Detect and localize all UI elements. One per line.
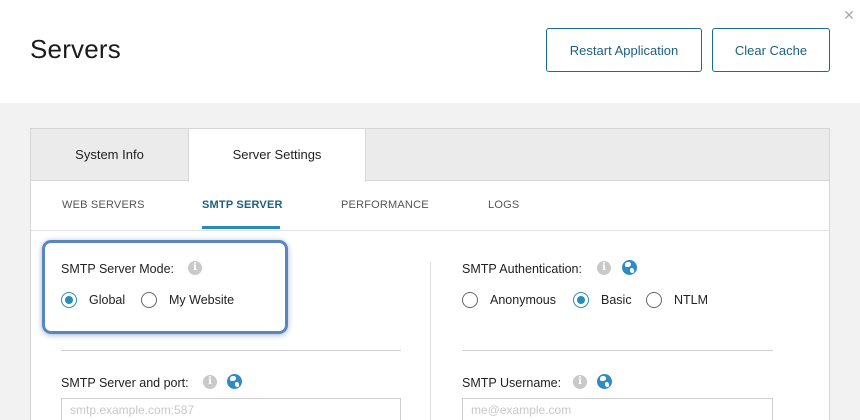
page-title: Servers xyxy=(30,34,121,64)
smtp-authentication-label: SMTP Authentication: xyxy=(462,262,582,276)
radio-basic[interactable] xyxy=(573,292,589,308)
smtp-server-port-input[interactable]: smtp.example.com:587 xyxy=(61,398,401,420)
subtab-web-servers[interactable]: WEB SERVERS xyxy=(62,199,145,211)
tab-server-settings[interactable]: Server Settings xyxy=(188,129,366,182)
subtab-performance[interactable]: PERFORMANCE xyxy=(341,199,429,211)
info-icon[interactable]: i xyxy=(203,375,217,389)
globe-icon[interactable] xyxy=(227,374,242,389)
radio-ntlm-label[interactable]: NTLM xyxy=(674,293,708,307)
radio-basic-label[interactable]: Basic xyxy=(601,293,632,307)
header-bar: Servers ✕ Restart Application Clear Cach… xyxy=(0,0,860,103)
subtab-logs[interactable]: LOGS xyxy=(488,199,519,211)
smtp-username-input[interactable]: me@example.com xyxy=(462,398,773,420)
radio-anonymous-label[interactable]: Anonymous xyxy=(490,293,556,307)
smtp-server-port-label: SMTP Server and port: xyxy=(61,376,189,390)
sub-navigation: WEB SERVERS SMTP SERVER PERFORMANCE LOGS xyxy=(31,181,829,231)
active-subtab-indicator xyxy=(202,226,280,229)
close-icon[interactable]: ✕ xyxy=(842,8,856,22)
highlight-box xyxy=(42,240,288,334)
section-divider xyxy=(61,350,401,351)
section-divider xyxy=(462,350,773,351)
tab-system-info[interactable]: System Info xyxy=(31,129,188,181)
smtp-username-label: SMTP Username: xyxy=(462,376,562,390)
radio-ntlm[interactable] xyxy=(646,292,662,308)
column-divider xyxy=(430,262,431,420)
subtab-smtp-server[interactable]: SMTP SERVER xyxy=(202,199,283,211)
restart-application-button[interactable]: Restart Application xyxy=(546,28,702,72)
radio-anonymous[interactable] xyxy=(462,292,478,308)
tab-bar: System Info Server Settings xyxy=(31,129,829,182)
globe-icon[interactable] xyxy=(622,260,637,275)
clear-cache-button[interactable]: Clear Cache xyxy=(712,28,830,72)
info-icon[interactable]: i xyxy=(597,261,611,275)
globe-icon[interactable] xyxy=(597,374,612,389)
info-icon[interactable]: i xyxy=(573,375,587,389)
